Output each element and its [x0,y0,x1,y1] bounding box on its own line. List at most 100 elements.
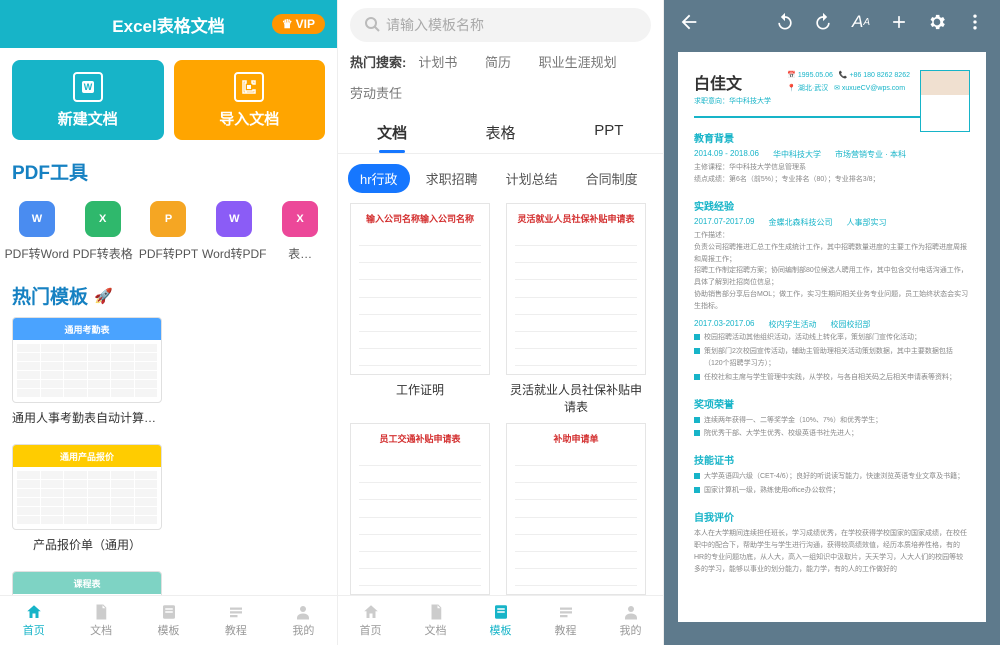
nav-教程[interactable]: 教程 [533,596,598,645]
nav-icon [621,603,641,621]
vip-label: VIP [296,17,315,31]
nav-模板[interactable]: 模板 [135,596,202,645]
template-grid: 通用考勤表通用人事考勤表自动计算出勤情况通用产品报价产品报价单（通用） 课程表小学… [0,317,337,595]
search-icon [364,16,380,35]
section-selfeval: 自我评价 [694,509,970,524]
tool-label: Word转PDF [202,245,266,262]
tab-表格[interactable]: 表格 [446,112,554,153]
tool-icon: X [282,201,318,237]
resume-document[interactable]: 白佳文 求职意向：华中科技大学 📅 1995.05.06 📞 +86 180 8… [678,52,986,622]
search-placeholder: 请输入模板名称 [386,15,484,35]
nav-label: 我的 [292,622,314,638]
redo-button[interactable] [804,0,842,44]
header: Excel表格文档 ♛ VIP [0,0,337,48]
bottom-nav: 首页 文档模板 教程 我的 [0,595,337,645]
tool-3[interactable]: W Word转PDF [201,201,267,262]
doc-grid: 输入公司名称输入公司名称工作证明灵活就业人员社保补贴申请表灵活就业人员社保补贴申… [338,203,663,595]
nav-label: 文档 [425,622,447,638]
panel-editor: AA 白佳文 求职意向：华中科技大学 📅 1995.05.06 📞 +86 18… [664,0,1000,645]
nav-我的[interactable]: 我的 [598,596,663,645]
import-doc-button[interactable]: 导入文档 [174,60,326,140]
tool-2[interactable]: P PDF转PPT [136,201,202,262]
settings-button[interactable] [918,0,956,44]
back-button[interactable] [670,0,708,44]
template-label: 通用人事考勤表自动计算出勤情况 [12,409,162,426]
doc-item[interactable]: 输入公司名称输入公司名称工作证明 [350,203,490,415]
nav-文档[interactable]: 文档 [403,596,468,645]
nav-label: 首页 [23,622,45,638]
nav-label: 模板 [158,622,180,638]
hot-term[interactable]: 计划书 [418,52,457,71]
svg-text:W: W [84,82,93,92]
nav-label: 教程 [555,622,577,638]
tool-icon: P [150,201,186,237]
panel-templates: 请输入模板名称 热门搜索: 计划书 简历 职业生涯规划 劳动责任 文档表格PPT… [338,0,664,645]
tool-label: PDF转表格 [73,245,133,262]
hot-term[interactable]: 简历 [485,52,511,71]
nav-文档[interactable]: 文档 [67,596,134,645]
tool-icon: W [216,201,252,237]
nav-label: 我的 [620,622,642,638]
nav-icon [293,603,313,621]
nav-icon [91,603,111,621]
tab-PPT[interactable]: PPT [555,112,663,153]
section-skills: 技能证书 [694,452,970,467]
doc-thumb: 员工交通补贴申请表 [350,423,490,595]
action-row: W 新建文档 导入文档 [0,48,337,152]
import-doc-icon [234,72,264,102]
nav-教程[interactable]: 教程 [202,596,269,645]
vip-badge[interactable]: ♛ VIP [272,14,325,34]
chip-1[interactable]: 求职招聘 [414,164,490,193]
template-item[interactable]: 通用产品报价产品报价单（通用） [12,444,162,553]
tool-label: PDF转PPT [139,245,198,262]
chip-0[interactable]: hr行政 [348,164,410,193]
nav-icon [159,603,179,621]
birth-icon: 📅 [787,72,796,79]
tool-1[interactable]: X PDF转表格 [70,201,136,262]
tool-4[interactable]: X表… [267,201,333,262]
section-experience: 实践经验 [694,198,970,213]
app-title: Excel表格文档 [112,12,224,37]
template-thumb: 通用产品报价 [12,444,162,530]
new-doc-button[interactable]: W 新建文档 [12,60,164,140]
nav-首页[interactable]: 首页 [338,596,403,645]
rocket-icon: 🚀 [94,287,113,305]
hot-search-row: 热门搜索: 计划书 简历 职业生涯规划 劳动责任 [338,50,663,112]
doc-item[interactable]: 员工交通补贴申请表员工交通补贴申请表 [350,423,490,595]
chip-4[interactable]: 教育 [654,164,663,193]
tool-icon: W [19,201,55,237]
nav-icon [24,603,44,621]
font-button[interactable]: AA [842,0,880,44]
template-item[interactable]: 课程表小学课程表 [12,571,162,595]
doc-item[interactable]: 补助申请单补助申请单 [506,423,646,595]
nav-模板[interactable]: 模板 [468,596,533,645]
tool-icon: X [85,201,121,237]
tool-0[interactable]: WPDF转Word [4,201,70,262]
hot-term[interactable]: 职业生涯规划 [539,52,617,71]
template-thumb: 课程表 [12,571,162,595]
undo-button[interactable] [766,0,804,44]
hot-templates-title: 热门模板 🚀 [0,276,337,317]
doc-thumb: 输入公司名称输入公司名称 [350,203,490,375]
doc-thumb: 灵活就业人员社保补贴申请表 [506,203,646,375]
search-input[interactable]: 请输入模板名称 [350,8,651,42]
nav-icon [491,603,511,621]
hot-term[interactable]: 劳动责任 [350,83,402,102]
resume-name: 白佳文 [694,70,771,94]
nav-icon [556,603,576,621]
nav-label: 首页 [360,622,382,638]
new-doc-label: 新建文档 [58,108,118,129]
chip-2[interactable]: 计划总结 [494,164,570,193]
nav-icon [226,603,246,621]
tab-文档[interactable]: 文档 [338,112,446,153]
template-item[interactable]: 通用考勤表通用人事考勤表自动计算出勤情况 [12,317,162,426]
doc-thumb: 补助申请单 [506,423,646,595]
add-button[interactable] [880,0,918,44]
nav-首页[interactable]: 首页 [0,596,67,645]
nav-我的[interactable]: 我的 [270,596,337,645]
doc-item[interactable]: 灵活就业人员社保补贴申请表灵活就业人员社保补贴申请表 [506,203,646,415]
more-button[interactable] [956,0,994,44]
email-icon: ✉ [834,85,840,92]
chip-3[interactable]: 合同制度 [574,164,650,193]
nav-label: 教程 [225,622,247,638]
